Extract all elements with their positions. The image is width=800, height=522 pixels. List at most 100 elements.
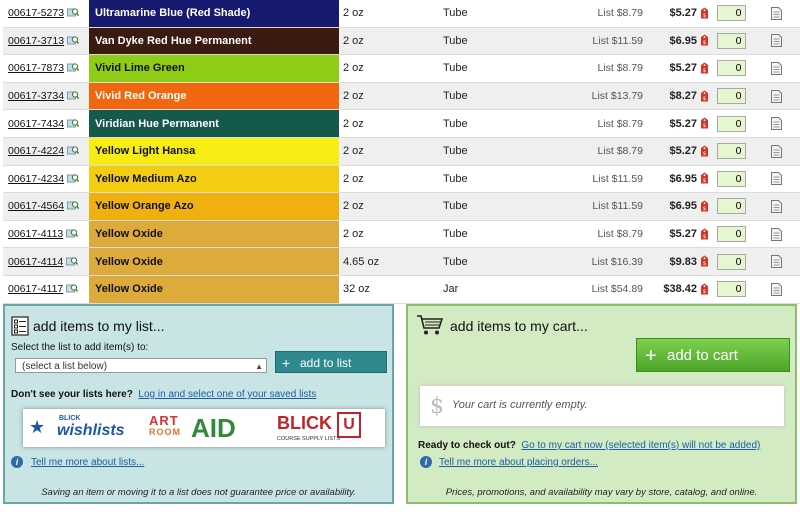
u-text: U — [337, 412, 361, 438]
list-select[interactable]: (select a list below) ▲ — [15, 358, 267, 373]
magnify-image-icon[interactable] — [67, 145, 80, 156]
color-name: Vivid Red Orange — [95, 90, 187, 103]
size-cell: 2 oz — [339, 0, 443, 28]
item-number-link[interactable]: 00617-4564 — [8, 200, 64, 212]
magnify-image-icon[interactable] — [67, 173, 80, 184]
item-number-link[interactable]: 00617-3713 — [8, 35, 64, 47]
list-select-value: (select a list below) — [22, 361, 108, 372]
form-cell: Tube — [443, 0, 543, 28]
magnify-image-icon[interactable] — [67, 90, 80, 101]
document-icon[interactable] — [770, 34, 782, 48]
item-number-link[interactable]: 00617-4113 — [8, 228, 63, 240]
svg-text:$: $ — [703, 151, 706, 157]
size-cell: 2 oz — [339, 82, 443, 111]
document-icon[interactable] — [770, 255, 782, 269]
quantity-input[interactable] — [716, 281, 746, 298]
magnify-image-icon[interactable] — [67, 7, 80, 18]
form-cell: Tube — [443, 220, 543, 249]
document-icon[interactable] — [770, 117, 782, 131]
lists-info-link[interactable]: Tell me more about lists... — [31, 457, 144, 468]
magnify-image-icon[interactable] — [67, 200, 80, 211]
document-icon[interactable] — [770, 282, 782, 296]
item-number-link[interactable]: 00617-7434 — [8, 118, 64, 130]
quantity-input[interactable] — [716, 143, 746, 160]
quantity-input[interactable] — [716, 253, 746, 270]
item-number-link[interactable]: 00617-4234 — [8, 173, 64, 185]
list-panel-title: add items to my list... — [33, 318, 165, 334]
list-price: List $54.89 — [543, 275, 643, 304]
color-name: Yellow Medium Azo — [95, 172, 197, 185]
quantity-input[interactable] — [716, 32, 746, 49]
document-icon[interactable] — [770, 6, 782, 20]
size-cell: 2 oz — [339, 192, 443, 221]
qty-cell — [711, 109, 751, 138]
quantity-input[interactable] — [716, 5, 746, 22]
go-to-cart-link[interactable]: Go to my cart now (selected item(s) will… — [521, 440, 760, 451]
color-name: Vivid Lime Green — [95, 62, 185, 75]
form-cell: Tube — [443, 165, 543, 194]
item-number-link[interactable]: 00617-4114 — [8, 256, 63, 268]
list-price: List $8.79 — [543, 0, 643, 28]
magnify-image-icon[interactable] — [66, 283, 79, 294]
quantity-input[interactable] — [716, 60, 746, 77]
table-row: 00617-4113 Yellow Oxide 2 oz Tube List $… — [3, 220, 800, 249]
size-cell: 2 oz — [339, 54, 443, 83]
table-row: 00617-4224 Yellow Light Hansa 2 oz Tube … — [3, 137, 800, 166]
item-cell: 00617-5273 — [3, 0, 89, 28]
login-link[interactable]: Log in and select one of your saved list… — [138, 389, 316, 400]
magnify-image-icon[interactable] — [67, 118, 80, 129]
list-disclaimer: Saving an item or moving it to a list do… — [41, 487, 356, 498]
quantity-input[interactable] — [716, 226, 746, 243]
add-to-cart-button[interactable]: + add to cart — [636, 338, 790, 372]
item-number-link[interactable]: 00617-3734 — [8, 90, 64, 102]
blick-u-logo[interactable]: BLICK U COURSE SUPPLY LISTS — [277, 412, 381, 444]
item-number-link[interactable]: 00617-7873 — [8, 62, 64, 74]
item-number-link[interactable]: 00617-5273 — [8, 7, 64, 19]
quantity-input[interactable] — [716, 115, 746, 132]
item-number-link[interactable]: 00617-4224 — [8, 145, 64, 157]
form-cell: Tube — [443, 247, 543, 276]
quantity-input[interactable] — [716, 198, 746, 215]
document-icon[interactable] — [770, 61, 782, 75]
magnify-image-icon[interactable] — [67, 35, 80, 46]
table-row: 00617-4117 Yellow Oxide 32 oz Jar List $… — [3, 275, 800, 304]
tag-cell: $ — [697, 0, 711, 28]
note-cell — [751, 247, 800, 276]
document-icon[interactable] — [770, 89, 782, 103]
size-cell: 2 oz — [339, 165, 443, 194]
color-swatch-cell: Yellow Orange Azo — [89, 192, 339, 221]
list-price: List $16.39 — [543, 247, 643, 276]
sale-price: $6.95 — [643, 27, 697, 56]
info-icon: i — [11, 456, 23, 468]
blick-wishlists-logo[interactable]: ★ BLICK wishlists — [29, 413, 139, 443]
quantity-input[interactable] — [716, 88, 746, 105]
note-cell — [751, 165, 800, 194]
item-number-link[interactable]: 00617-4117 — [8, 283, 63, 295]
qty-cell — [711, 54, 751, 83]
svg-text:$: $ — [703, 261, 706, 267]
color-swatch-cell: Yellow Oxide — [89, 247, 339, 276]
magnify-image-icon[interactable] — [67, 62, 80, 73]
magnify-image-icon[interactable] — [66, 228, 79, 239]
list-price: List $8.79 — [543, 137, 643, 166]
checklist-icon — [11, 316, 29, 336]
sale-price: $6.95 — [643, 165, 697, 194]
tag-cell: $ — [697, 109, 711, 138]
orders-info-link[interactable]: Tell me more about placing orders... — [439, 457, 598, 468]
price-tag-icon: $ — [701, 62, 708, 74]
quantity-input[interactable] — [716, 170, 746, 187]
sale-price: $38.42 — [643, 275, 697, 304]
document-icon[interactable] — [770, 172, 782, 186]
document-icon[interactable] — [770, 144, 782, 158]
artroom-aid-logo[interactable]: ART ROOM AID — [149, 413, 265, 443]
add-to-list-button[interactable]: + add to list — [275, 351, 387, 373]
room-text: ROOM — [149, 427, 181, 437]
svg-text:$: $ — [703, 178, 706, 184]
item-cell: 00617-4114 — [3, 247, 89, 276]
item-cell: 00617-4224 — [3, 137, 89, 166]
magnify-image-icon[interactable] — [66, 256, 79, 267]
svg-text:$: $ — [703, 206, 706, 212]
color-swatch-cell: Vivid Lime Green — [89, 54, 339, 83]
document-icon[interactable] — [770, 227, 782, 241]
document-icon[interactable] — [770, 199, 782, 213]
